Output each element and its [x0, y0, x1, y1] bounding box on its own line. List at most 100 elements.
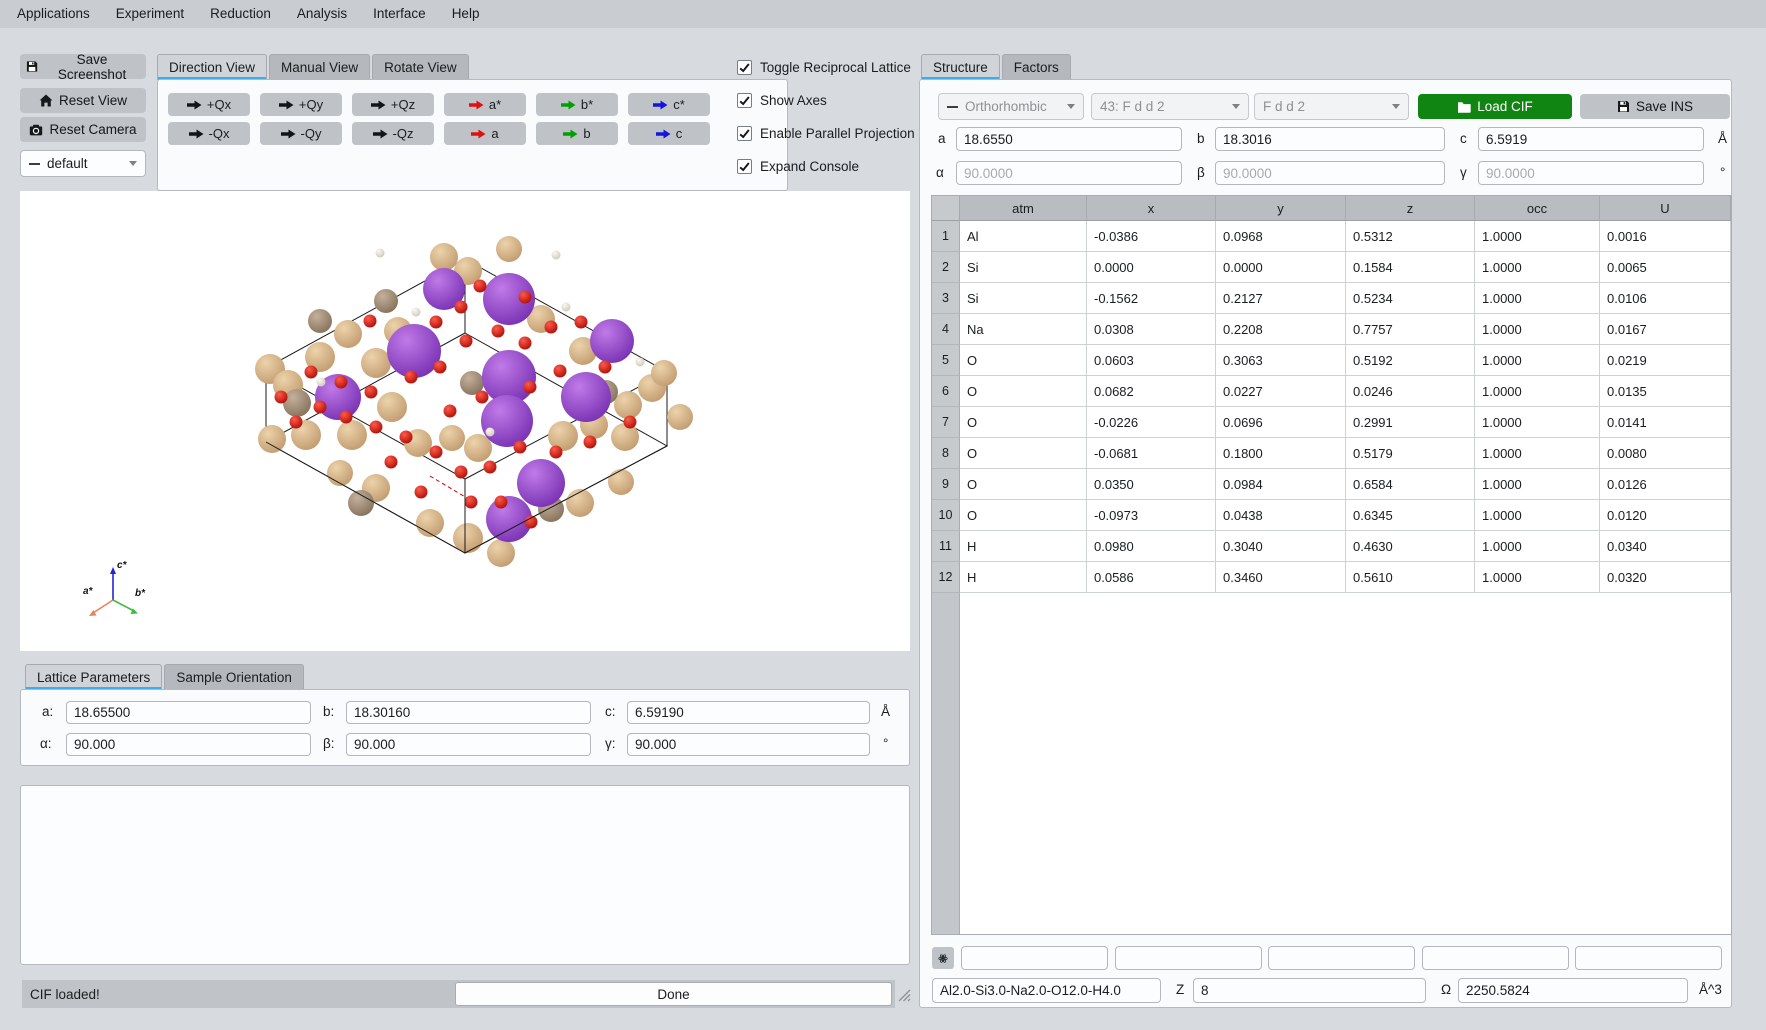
- structure-3d-viewer[interactable]: c* a* b*: [20, 191, 910, 651]
- cell-b-field[interactable]: [1215, 127, 1445, 151]
- table-cell[interactable]: 0.0016: [1600, 221, 1731, 252]
- table-cell[interactable]: 1.0000: [1475, 345, 1600, 376]
- formula-field[interactable]: [932, 978, 1161, 1003]
- table-cell[interactable]: 1.0000: [1475, 314, 1600, 345]
- table-cell[interactable]: 0.0308: [1087, 314, 1216, 345]
- table-cell[interactable]: O: [960, 500, 1087, 531]
- option-show-axes[interactable]: Show Axes: [737, 91, 915, 110]
- table-cell[interactable]: 0.0065: [1600, 252, 1731, 283]
- aux-field-2[interactable]: [1115, 946, 1262, 970]
- table-cell[interactable]: 1.0000: [1475, 221, 1600, 252]
- direction-button-qx[interactable]: -Qx: [168, 122, 250, 145]
- option-enable-parallel-projection[interactable]: Enable Parallel Projection: [737, 124, 915, 143]
- table-cell[interactable]: 1.0000: [1475, 407, 1600, 438]
- direction-button-qz[interactable]: +Qz: [352, 93, 434, 116]
- table-cell[interactable]: Si: [960, 252, 1087, 283]
- menu-analysis[interactable]: Analysis: [284, 0, 360, 28]
- table-cell[interactable]: 0.2991: [1346, 407, 1475, 438]
- table-cell[interactable]: 0.1800: [1216, 438, 1346, 469]
- table-cell[interactable]: 0.0126: [1600, 469, 1731, 500]
- checkbox[interactable]: [737, 159, 752, 174]
- direction-button-qz[interactable]: -Qz: [352, 122, 434, 145]
- direction-button-b[interactable]: b*: [536, 93, 618, 116]
- reset-camera-button[interactable]: Reset Camera: [20, 117, 146, 142]
- table-cell[interactable]: 0.0135: [1600, 376, 1731, 407]
- direction-button-b[interactable]: b: [536, 122, 618, 145]
- alpha-field[interactable]: [66, 733, 311, 756]
- table-cell[interactable]: O: [960, 345, 1087, 376]
- checkbox[interactable]: [737, 93, 752, 108]
- atom-tool-button[interactable]: [932, 947, 954, 969]
- table-cell[interactable]: 0.3040: [1216, 531, 1346, 562]
- table-cell[interactable]: 1.0000: [1475, 252, 1600, 283]
- table-cell[interactable]: Al: [960, 221, 1087, 252]
- table-cell[interactable]: 0.0120: [1600, 500, 1731, 531]
- table-cell[interactable]: 0.0080: [1600, 438, 1731, 469]
- table-cell[interactable]: 0.0167: [1600, 314, 1731, 345]
- table-cell[interactable]: O: [960, 438, 1087, 469]
- tab-manual-view[interactable]: Manual View: [269, 54, 370, 80]
- direction-button-c[interactable]: c*: [628, 93, 710, 116]
- table-cell[interactable]: 0.0984: [1216, 469, 1346, 500]
- cell-alpha-field[interactable]: [956, 161, 1182, 185]
- omega-field[interactable]: [1458, 978, 1688, 1003]
- tab-lattice-parameters[interactable]: Lattice Parameters: [25, 664, 162, 690]
- table-cell[interactable]: 0.5312: [1346, 221, 1475, 252]
- cell-c-field[interactable]: [1478, 127, 1704, 151]
- table-cell[interactable]: 0.0586: [1087, 562, 1216, 593]
- table-cell[interactable]: 0.0000: [1216, 252, 1346, 283]
- direction-button-qx[interactable]: +Qx: [168, 93, 250, 116]
- menu-help[interactable]: Help: [439, 0, 493, 28]
- table-cell[interactable]: 0.0968: [1216, 221, 1346, 252]
- checkbox[interactable]: [737, 60, 752, 75]
- table-cell[interactable]: 0.6584: [1346, 469, 1475, 500]
- tab-factors[interactable]: Factors: [1002, 54, 1071, 80]
- table-cell[interactable]: 0.4630: [1346, 531, 1475, 562]
- cell-gamma-field[interactable]: [1478, 161, 1704, 185]
- table-cell[interactable]: H: [960, 531, 1087, 562]
- aux-field-3[interactable]: [1268, 946, 1415, 970]
- tab-direction-view[interactable]: Direction View: [157, 54, 267, 80]
- c-field[interactable]: [627, 701, 870, 724]
- tab-rotate-view[interactable]: Rotate View: [372, 54, 469, 80]
- save-screenshot-button[interactable]: Save Screenshot: [20, 54, 146, 79]
- table-cell[interactable]: Na: [960, 314, 1087, 345]
- direction-button-a[interactable]: a: [444, 122, 526, 145]
- b-field[interactable]: [346, 701, 591, 724]
- checkbox[interactable]: [737, 126, 752, 141]
- aux-field-4[interactable]: [1422, 946, 1569, 970]
- resize-grip[interactable]: [897, 988, 911, 1002]
- table-cell[interactable]: 1.0000: [1475, 438, 1600, 469]
- direction-button-c[interactable]: c: [628, 122, 710, 145]
- table-cell[interactable]: 0.0980: [1087, 531, 1216, 562]
- table-cell[interactable]: 0.6345: [1346, 500, 1475, 531]
- table-cell[interactable]: -0.0386: [1087, 221, 1216, 252]
- direction-button-qy[interactable]: -Qy: [260, 122, 342, 145]
- z-field[interactable]: [1193, 978, 1426, 1003]
- menu-experiment[interactable]: Experiment: [103, 0, 197, 28]
- option-toggle-reciprocal-lattice[interactable]: Toggle Reciprocal Lattice: [737, 58, 915, 77]
- table-cell[interactable]: 1.0000: [1475, 283, 1600, 314]
- table-cell[interactable]: 0.0340: [1600, 531, 1731, 562]
- tab-sample-orientation[interactable]: Sample Orientation: [164, 664, 304, 690]
- table-cell[interactable]: 1.0000: [1475, 531, 1600, 562]
- table-cell[interactable]: H: [960, 562, 1087, 593]
- option-expand-console[interactable]: Expand Console: [737, 157, 915, 176]
- table-cell[interactable]: 0.3063: [1216, 345, 1346, 376]
- table-cell[interactable]: -0.0226: [1087, 407, 1216, 438]
- table-cell[interactable]: 0.2127: [1216, 283, 1346, 314]
- direction-button-qy[interactable]: +Qy: [260, 93, 342, 116]
- table-cell[interactable]: 0.2208: [1216, 314, 1346, 345]
- table-cell[interactable]: 0.0603: [1087, 345, 1216, 376]
- table-cell[interactable]: -0.0681: [1087, 438, 1216, 469]
- table-cell[interactable]: 0.0438: [1216, 500, 1346, 531]
- table-cell[interactable]: O: [960, 376, 1087, 407]
- table-cell[interactable]: O: [960, 469, 1087, 500]
- table-cell[interactable]: 1.0000: [1475, 469, 1600, 500]
- table-cell[interactable]: 0.5179: [1346, 438, 1475, 469]
- save-ins-button[interactable]: Save INS: [1580, 94, 1730, 119]
- cell-beta-field[interactable]: [1215, 161, 1445, 185]
- load-cif-button[interactable]: Load CIF: [1418, 94, 1572, 119]
- table-cell[interactable]: 0.0106: [1600, 283, 1731, 314]
- view-preset-combo[interactable]: default: [20, 150, 146, 177]
